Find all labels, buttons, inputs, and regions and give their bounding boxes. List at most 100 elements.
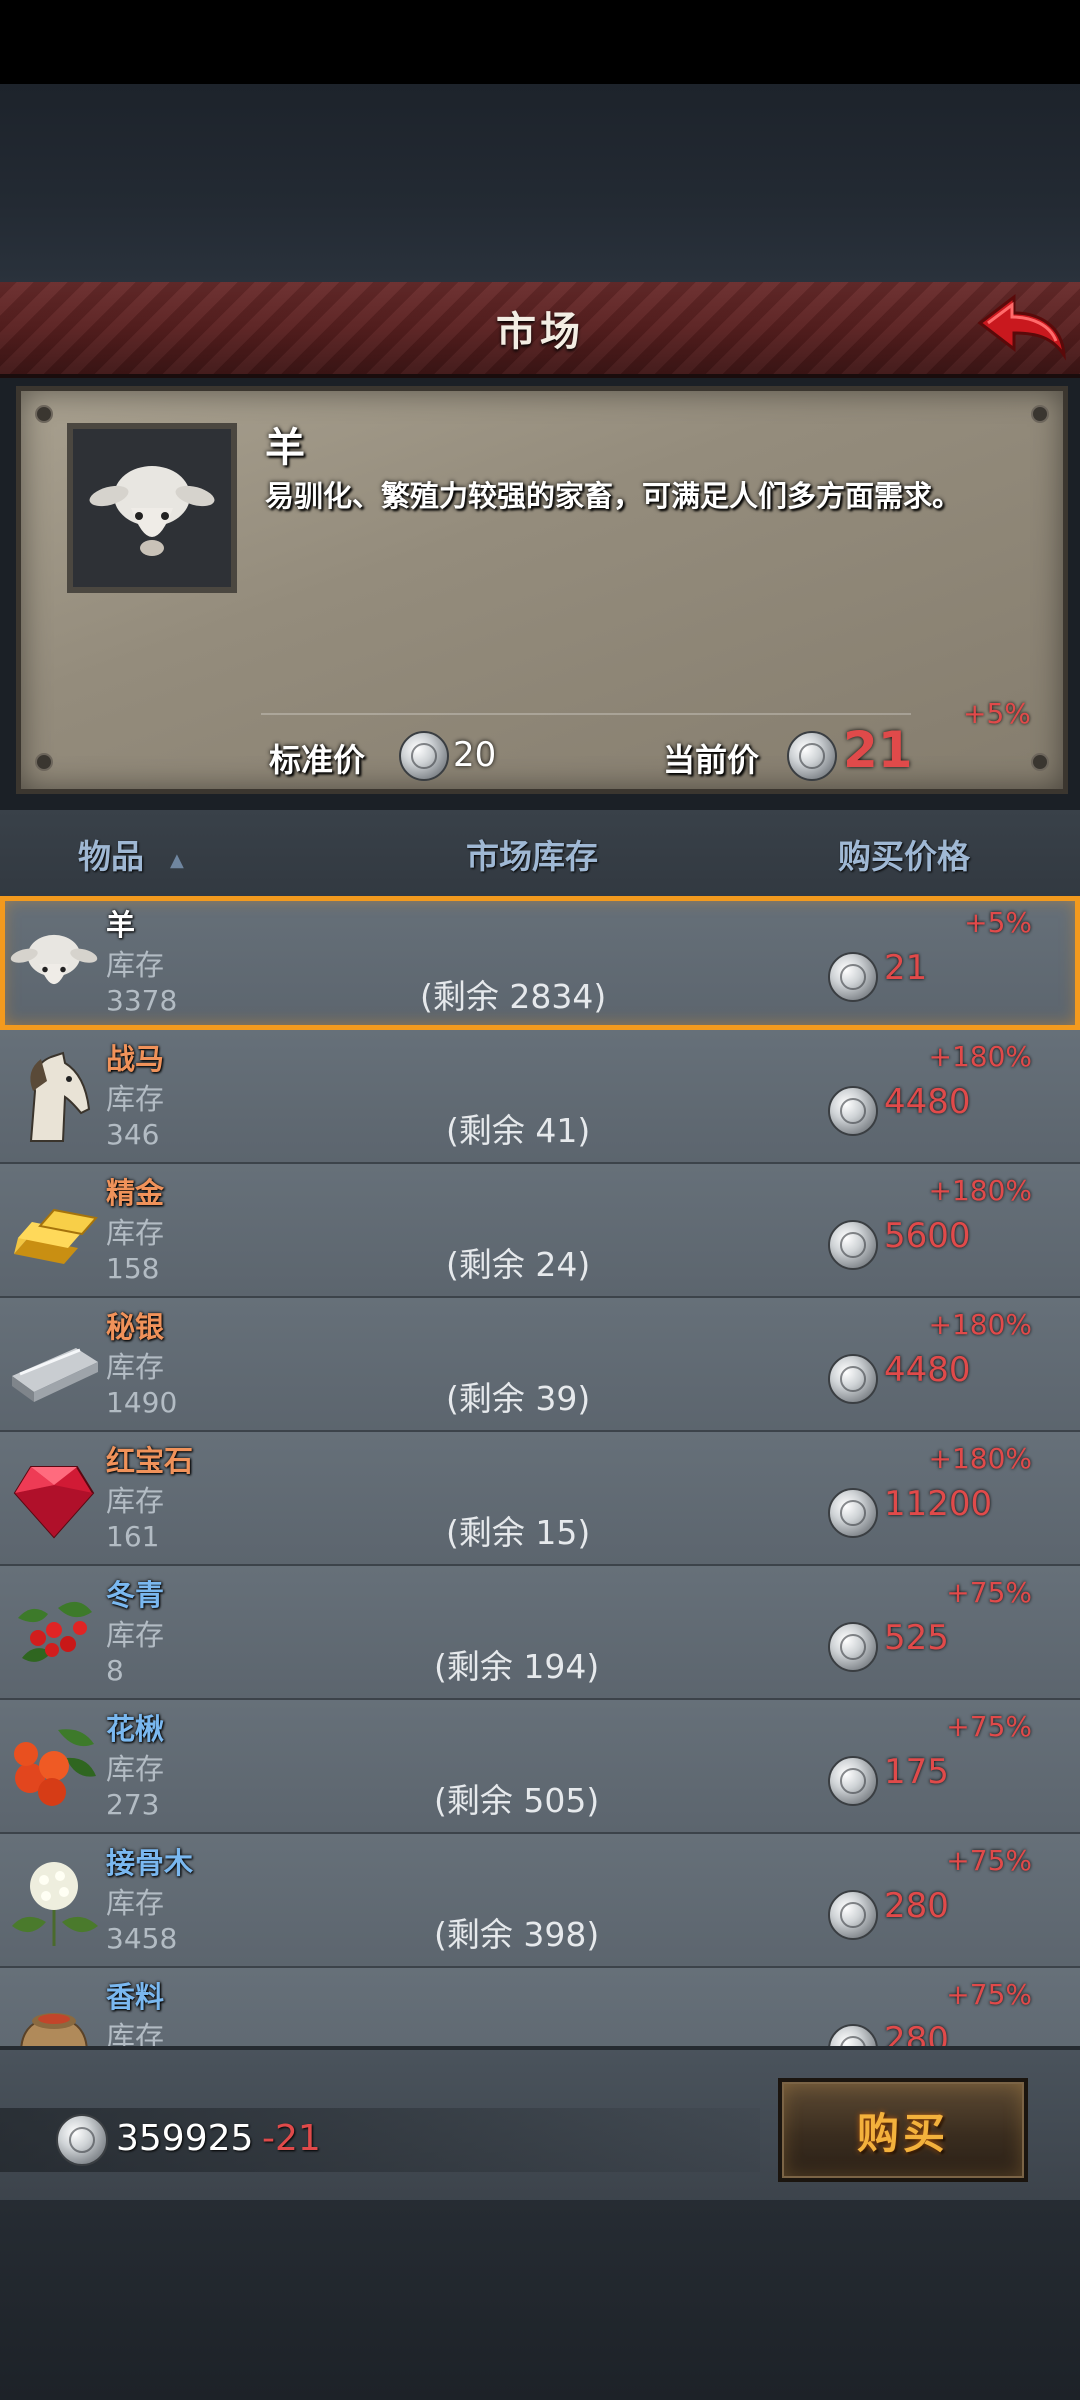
silver-coin-icon [828, 1890, 878, 1940]
column-header-item[interactable]: 物品 [78, 830, 144, 878]
sheep-icon [10, 934, 98, 985]
item-name: 战马 [106, 1042, 165, 1076]
market-row-warhorse[interactable]: 战马 库存 346 (剩余 41) 4480 +180% [0, 1030, 1080, 1164]
silver-coin-icon [828, 2024, 878, 2046]
market-row-mithril[interactable]: 秘银 库存 1490 (剩余 39) 4480 +180% [0, 1298, 1080, 1432]
price-change: +180% [928, 1308, 1032, 1341]
stock-label: 库存 [106, 1350, 165, 1384]
stock-value: 158 [106, 1252, 160, 1285]
sheep-icon [89, 466, 215, 556]
page-title: 市场 [496, 309, 584, 355]
column-headers: 物品 ▲ 市场库存 购买价格 [0, 810, 1080, 896]
price-change: +75% [946, 1978, 1032, 2011]
stock-label: 库存 [106, 1886, 165, 1920]
sort-ascending-icon: ▲ [170, 850, 184, 871]
stock-label: 库存 [106, 1752, 165, 1786]
column-header-price[interactable]: 购买价格 [838, 830, 970, 878]
item-detail-panel: 羊 易驯化、繁殖力较强的家畜，可满足人们多方面需求。 +5% 标准价 20 当前… [16, 386, 1068, 794]
column-header-stock[interactable]: 市场库存 [466, 830, 598, 878]
stock-label: 库存 [106, 2020, 165, 2046]
ruby-icon [13, 1466, 95, 1539]
stock-value: 161 [106, 1520, 160, 1553]
silver-coin-icon [828, 952, 878, 1002]
price-change: +75% [946, 1576, 1032, 1609]
item-detail-name: 羊 [265, 425, 305, 471]
stock-label: 库存 [106, 948, 165, 982]
stock-value: 273 [106, 1788, 160, 1821]
price-value: 280 [884, 1886, 949, 1926]
silver-coin-icon [828, 1354, 878, 1404]
standard-price-value: 20 [453, 735, 497, 775]
rowan-berry-icon [14, 1729, 96, 1806]
price-change: +180% [928, 1442, 1032, 1475]
current-price-change: +5% [963, 697, 1031, 730]
market-remaining: (剩余 41) [446, 1111, 591, 1150]
balance-strip [0, 2108, 760, 2172]
market-remaining: (剩余 505) [434, 1781, 600, 1820]
bottom-background [0, 2200, 1080, 2400]
item-name: 红宝石 [106, 1444, 194, 1478]
item-detail-description: 易驯化、繁殖力较强的家畜，可满足人们多方面需求。 [265, 479, 962, 513]
stock-value: 1490 [106, 1386, 178, 1419]
market-row-rowan[interactable]: 花楸 库存 273 (剩余 505) 175 +75% [0, 1700, 1080, 1834]
item-name: 冬青 [106, 1578, 165, 1612]
silver-coin-icon [399, 731, 449, 781]
price-value: 525 [884, 1618, 949, 1658]
market-remaining: (剩余 39) [446, 1379, 591, 1418]
silver-coin-icon [828, 1756, 878, 1806]
market-row-ruby[interactable]: 红宝石 库存 161 (剩余 15) 11200 +180% [0, 1432, 1080, 1566]
market-item-list[interactable]: 羊 库存 3378 (剩余 2834) 21 +5% 战马 库存 346 (剩余… [0, 896, 1080, 2046]
bottom-bar: 359925 -21 购买 [0, 2046, 1080, 2204]
item-name: 香料 [106, 1980, 165, 2014]
market-row-gold[interactable]: 精金 库存 158 (剩余 24) 5600 +180% [0, 1164, 1080, 1298]
silver-coin-icon [787, 731, 837, 781]
buy-button-label: 购买 [856, 2108, 949, 2158]
price-value: 4480 [884, 1082, 971, 1122]
balance-delta: -21 [262, 2118, 321, 2159]
item-name: 花楸 [106, 1712, 165, 1746]
market-remaining: (剩余 194) [434, 1647, 600, 1686]
stock-label: 库存 [106, 1618, 165, 1652]
balance-value: 359925 [116, 2118, 254, 2159]
stock-value: 3378 [106, 984, 178, 1017]
price-change: +180% [928, 1040, 1032, 1073]
market-row-sheep[interactable]: 羊 库存 3378 (剩余 2834) 21 +5% [0, 896, 1080, 1030]
market-row-spice[interactable]: 香料 库存 280 +75% [0, 1968, 1080, 2046]
silver-coin-icon [828, 1086, 878, 1136]
item-name: 羊 [106, 908, 136, 942]
price-change: +75% [946, 1710, 1032, 1743]
standard-price-label: 标准价 [269, 741, 366, 779]
panel-divider [261, 713, 911, 715]
stock-value: 346 [106, 1118, 160, 1151]
market-row-elder[interactable]: 接骨木 库存 3458 (剩余 398) 280 +75% [0, 1834, 1080, 1968]
status-bar [0, 0, 1080, 84]
price-change: +5% [964, 906, 1032, 939]
stock-label: 库存 [106, 1216, 165, 1250]
price-change: +75% [946, 1844, 1032, 1877]
rivet [35, 405, 53, 423]
buy-button[interactable]: 购买 [778, 2078, 1028, 2182]
price-change: +180% [928, 1174, 1032, 1207]
back-arrow-icon [977, 293, 1066, 361]
market-remaining: (剩余 2834) [420, 977, 607, 1016]
item-name: 秘银 [106, 1310, 165, 1344]
market-remaining: (剩余 24) [446, 1245, 591, 1284]
stock-label: 库存 [106, 1082, 165, 1116]
rivet [1031, 405, 1049, 423]
market-remaining: (剩余 398) [434, 1915, 600, 1954]
silver-coin-icon [828, 1488, 878, 1538]
elderflower-icon [12, 1862, 98, 1946]
mithril-bar-icon [12, 1348, 98, 1402]
rivet [1031, 753, 1049, 771]
market-row-holly[interactable]: 冬青 库存 8 (剩余 194) 525 +75% [0, 1566, 1080, 1700]
item-name: 接骨木 [106, 1846, 194, 1880]
price-value: 21 [884, 948, 928, 988]
gold-bar-icon [14, 1208, 98, 1264]
back-button[interactable] [974, 290, 1070, 366]
price-value: 280 [884, 2020, 949, 2046]
price-value: 5600 [884, 1216, 971, 1256]
item-detail-icon-frame [67, 423, 237, 593]
silver-coin-icon [828, 1220, 878, 1270]
top-background [0, 84, 1080, 284]
price-value: 4480 [884, 1350, 971, 1390]
